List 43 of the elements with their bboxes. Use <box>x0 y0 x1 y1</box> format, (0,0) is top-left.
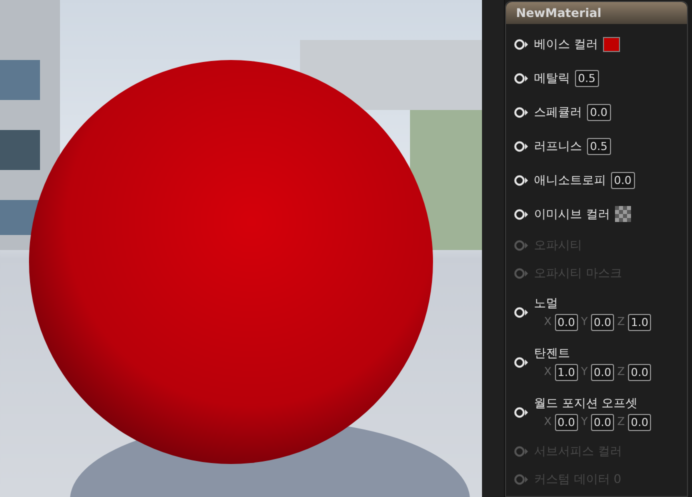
axis-label: X <box>544 314 552 330</box>
checker-texture-icon[interactable] <box>614 206 631 222</box>
axis-label: X <box>544 414 552 430</box>
value-field[interactable]: 1.0 <box>554 364 578 380</box>
axis-label: Z <box>617 414 625 430</box>
value-field[interactable]: 0.5 <box>587 138 610 154</box>
pin-label: 메탈릭 <box>534 70 570 87</box>
axis-label: Z <box>617 364 625 380</box>
value-field[interactable]: 0.0 <box>554 314 578 330</box>
pin-icon[interactable] <box>514 306 529 318</box>
axis-label: Y <box>581 314 588 330</box>
pin-icon[interactable] <box>514 174 529 186</box>
pin-label: 베이스 컬러 <box>534 36 598 53</box>
color-swatch[interactable] <box>602 36 620 52</box>
pin-icon[interactable] <box>514 38 529 50</box>
value-field[interactable]: 0.5 <box>575 70 598 86</box>
pin-label: 스페큘러 <box>534 104 582 121</box>
value-field[interactable]: 0.0 <box>590 414 614 430</box>
value-field[interactable]: 0.0 <box>554 414 578 430</box>
pin-icon[interactable] <box>514 106 529 118</box>
pin-icon[interactable] <box>514 208 529 220</box>
value-field[interactable]: 0.0 <box>628 414 652 430</box>
pin-label: 탄젠트 <box>534 344 571 362</box>
value-field[interactable]: 1.0 <box>628 314 652 330</box>
pin-icon[interactable] <box>514 406 529 418</box>
axis-label: X <box>544 364 552 380</box>
pin-label: 이미시브 컬러 <box>534 206 610 223</box>
pin-icon[interactable] <box>514 356 529 368</box>
pin-icon[interactable] <box>514 140 529 152</box>
pin-label: 월드 포지션 오프셋 <box>534 394 639 412</box>
axis-label: Y <box>581 364 588 380</box>
value-field[interactable]: 0.0 <box>628 364 652 380</box>
node-title: NewMaterial <box>506 2 687 24</box>
value-field[interactable]: 0.0 <box>590 314 614 330</box>
pin-label: 애니소트로피 <box>534 172 606 189</box>
value-field[interactable]: 0.0 <box>611 172 634 188</box>
pin-label: 노멀 <box>534 294 559 312</box>
value-field[interactable]: 0.0 <box>590 364 614 380</box>
pin-label: 러프니스 <box>534 138 582 155</box>
axis-label: Y <box>581 414 588 430</box>
pin-icon[interactable] <box>514 72 529 84</box>
value-field[interactable]: 0.0 <box>587 104 610 120</box>
axis-label: Z <box>617 314 625 330</box>
